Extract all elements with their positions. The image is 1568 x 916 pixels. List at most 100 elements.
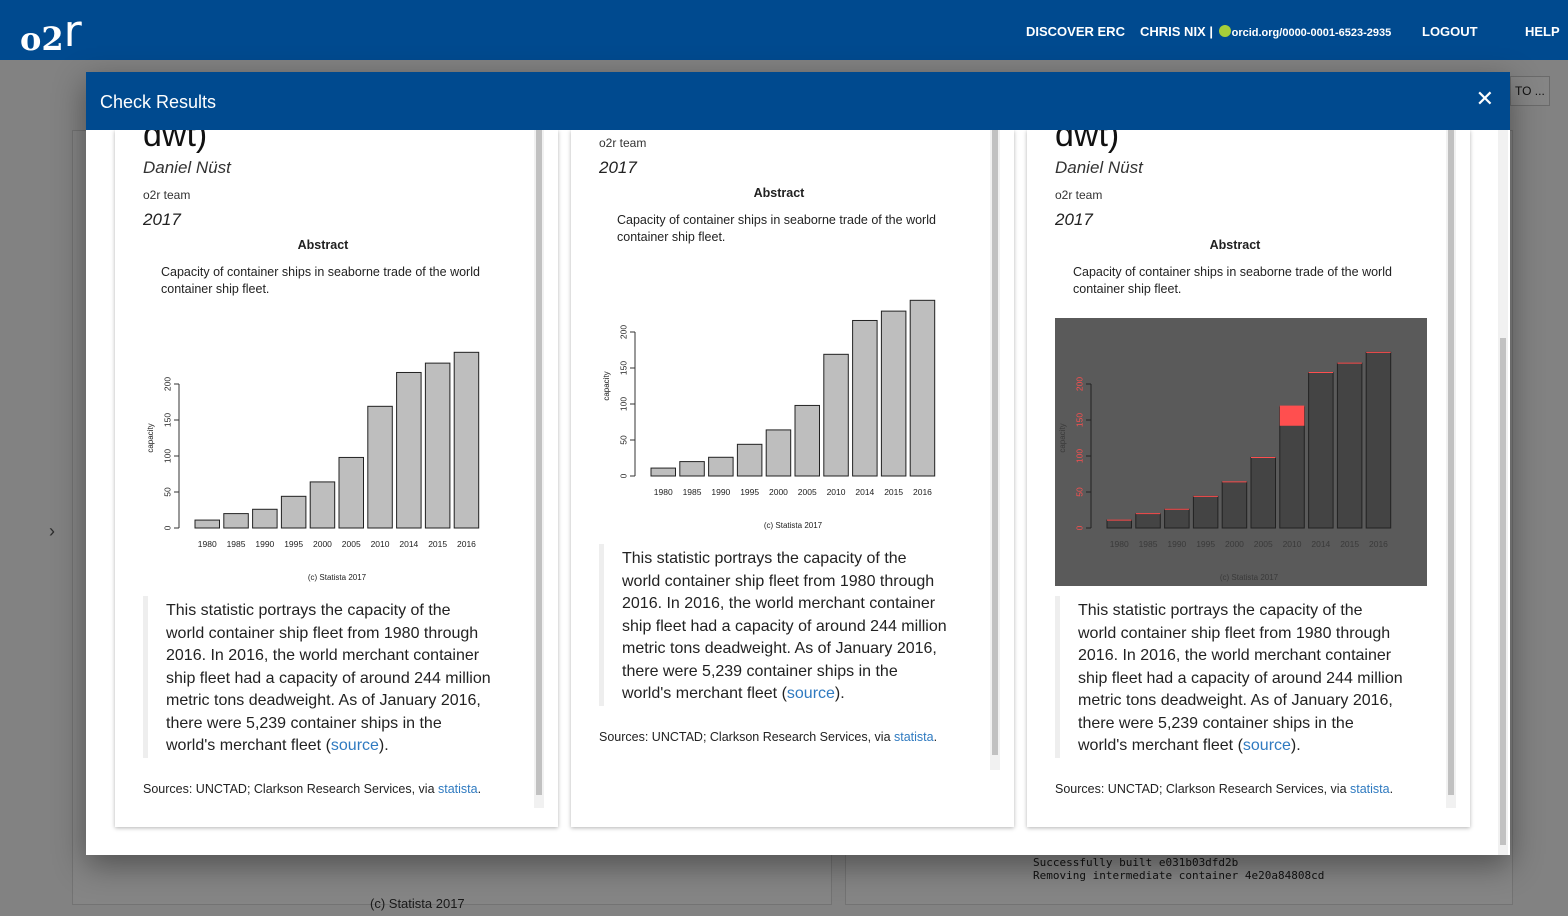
bar bbox=[736, 443, 763, 477]
bar bbox=[1308, 371, 1334, 529]
result-card-original: dwt) Daniel Nüst o2r team 2017 Abstract … bbox=[115, 130, 558, 827]
bar bbox=[1336, 362, 1363, 529]
y-tick-label: 100 bbox=[1074, 449, 1084, 463]
abstract-heading: Abstract bbox=[1209, 238, 1261, 252]
paper-author: Daniel Nüst bbox=[1055, 158, 1143, 177]
x-tick-label: 1995 bbox=[284, 539, 303, 549]
bar bbox=[1135, 513, 1161, 529]
paper-year: 2017 bbox=[1055, 210, 1093, 229]
bar bbox=[309, 481, 336, 529]
chart-caption: (c) Statista 2017 bbox=[764, 521, 823, 530]
bar bbox=[794, 404, 820, 477]
sources-line: Sources: UNCTAD; Clarkson Research Servi… bbox=[1055, 781, 1394, 796]
x-tick-label: 2000 bbox=[313, 539, 332, 549]
dialog-title: Check Results bbox=[100, 92, 217, 112]
x-tick-label: 2005 bbox=[798, 487, 817, 497]
card-content: dwt) Daniel Nüst o2r team 2017 Abstract … bbox=[571, 130, 987, 744]
bar bbox=[708, 456, 734, 477]
result-card-reproduced: dwt) Daniel Nüst o2r team 2017 Abstract … bbox=[571, 130, 1014, 827]
statistic-description: This statistic portrays the capacity of … bbox=[599, 544, 959, 706]
x-tick-label: 2015 bbox=[428, 539, 447, 549]
card-scrollbar-thumb[interactable] bbox=[992, 130, 998, 755]
bar bbox=[223, 513, 249, 529]
x-tick-label: 2015 bbox=[1340, 539, 1359, 549]
y-tick-label: 50 bbox=[618, 435, 628, 445]
paper-title: dwt) bbox=[143, 130, 208, 154]
x-tick-label: 2000 bbox=[1225, 539, 1244, 549]
orcid-icon bbox=[1218, 25, 1231, 37]
abstract-text: Capacity of container ships in seaborne … bbox=[617, 213, 936, 244]
bar bbox=[679, 461, 705, 477]
bar bbox=[1221, 481, 1248, 529]
bar bbox=[1106, 519, 1132, 529]
card-scrollbar-thumb[interactable] bbox=[1448, 130, 1454, 795]
abstract-heading: Abstract bbox=[753, 186, 805, 200]
user-profile-link[interactable]: CHRIS NIX | orcid.org/0000-0001-6523-293… bbox=[1140, 24, 1391, 39]
paper-title: dwt) bbox=[1055, 130, 1120, 154]
dialog-scrollbar[interactable] bbox=[1498, 130, 1508, 855]
o2r-logo[interactable]: o2r bbox=[20, 6, 82, 61]
close-icon[interactable]: ✕ bbox=[1476, 88, 1494, 110]
statista-link[interactable]: statista bbox=[438, 782, 478, 796]
dialog-header: Check Results ✕ bbox=[86, 72, 1510, 130]
x-tick-label: 2000 bbox=[769, 487, 788, 497]
paper-affiliation: o2r team bbox=[143, 188, 191, 202]
orcid-id: orcid.org/0000-0001-6523-2935 bbox=[1231, 27, 1392, 39]
bar bbox=[338, 456, 364, 529]
x-tick-label: 2010 bbox=[371, 539, 390, 549]
y-tick-label: 100 bbox=[162, 449, 172, 463]
card-scrollbar[interactable] bbox=[534, 130, 544, 808]
y-axis-label: capacity bbox=[1058, 423, 1067, 452]
x-tick-label: 2010 bbox=[1283, 539, 1302, 549]
user-name: CHRIS NIX | bbox=[1140, 24, 1213, 39]
x-tick-label: 1990 bbox=[255, 539, 274, 549]
capacity-bar-chart: 0 50 100 150 200 capacity 1980 1985 1990 1995 2000… bbox=[143, 318, 515, 586]
abstract-text: Capacity of container ships in seaborne … bbox=[1073, 265, 1392, 296]
bar bbox=[280, 495, 307, 529]
source-link[interactable]: source bbox=[787, 685, 835, 702]
bar bbox=[194, 519, 220, 529]
result-card-diff: dwt) Daniel Nüst o2r team 2017 Abstract … bbox=[1027, 130, 1470, 827]
source-link[interactable]: source bbox=[331, 737, 379, 754]
x-tick-label: 2016 bbox=[457, 539, 476, 549]
diff-bar-chart: 0 50 100 150 200 capacity 1980 1985 1990 1995 2000… bbox=[1055, 318, 1427, 586]
y-tick-label: 200 bbox=[618, 325, 628, 339]
dialog-scrollbar-thumb[interactable] bbox=[1500, 338, 1506, 845]
x-tick-label: 1990 bbox=[1167, 539, 1186, 549]
card-scrollbar[interactable] bbox=[990, 130, 1000, 770]
source-link[interactable]: source bbox=[1243, 737, 1291, 754]
bar bbox=[252, 508, 278, 529]
discover-erc-link[interactable]: DISCOVER ERC bbox=[1026, 24, 1125, 39]
statistic-description: This statistic portrays the capacity of … bbox=[1055, 596, 1415, 758]
x-tick-label: 2016 bbox=[913, 487, 932, 497]
y-tick-label: 50 bbox=[1074, 487, 1084, 497]
x-tick-label: 2015 bbox=[884, 487, 903, 497]
paper-affiliation: o2r team bbox=[599, 136, 647, 150]
bar bbox=[1250, 456, 1276, 529]
x-tick-label: 2014 bbox=[399, 539, 418, 549]
logout-link[interactable]: LOGOUT bbox=[1422, 24, 1478, 39]
x-tick-label: 1995 bbox=[1196, 539, 1215, 549]
bar bbox=[1164, 508, 1190, 529]
y-tick-label: 200 bbox=[162, 377, 172, 391]
sources-line: Sources: UNCTAD; Clarkson Research Servi… bbox=[143, 781, 482, 796]
statista-link[interactable]: statista bbox=[1350, 782, 1390, 796]
help-link[interactable]: HELP bbox=[1525, 24, 1560, 39]
x-tick-label: 2005 bbox=[342, 539, 361, 549]
x-tick-label: 2010 bbox=[827, 487, 846, 497]
paper-year: 2017 bbox=[599, 158, 637, 177]
bar bbox=[453, 351, 480, 529]
x-tick-label: 1980 bbox=[198, 539, 217, 549]
paper-affiliation: o2r team bbox=[1055, 188, 1103, 202]
statista-link[interactable]: statista bbox=[894, 730, 934, 744]
bar bbox=[852, 319, 878, 477]
bar bbox=[1365, 351, 1392, 529]
card-scrollbar-thumb[interactable] bbox=[536, 130, 542, 795]
x-tick-label: 2016 bbox=[1369, 539, 1388, 549]
abstract-heading: Abstract bbox=[297, 238, 349, 252]
card-scrollbar[interactable] bbox=[1446, 130, 1456, 808]
paper-author: Daniel Nüst bbox=[143, 158, 231, 177]
card-content: dwt) Daniel Nüst o2r team 2017 Abstract … bbox=[115, 130, 531, 796]
diff-highlight bbox=[1279, 405, 1305, 426]
x-tick-label: 1985 bbox=[1139, 539, 1158, 549]
